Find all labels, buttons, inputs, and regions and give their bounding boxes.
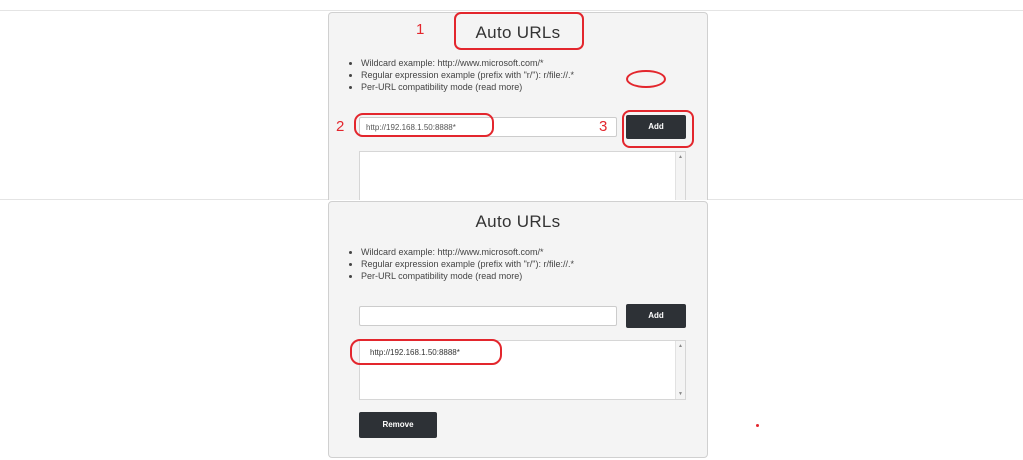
scroll-up-arrow-icon[interactable]: ▲ [676,343,685,349]
regex-prefix-highlight-ellipse [626,70,666,88]
list-scrollbar[interactable]: ▲ ▼ [675,341,685,399]
scroll-up-arrow-icon[interactable]: ▲ [676,154,685,160]
step-2-label: 2 [336,118,345,135]
step-3-label: 3 [599,118,608,135]
list-scrollbar[interactable]: ▲ [675,152,685,200]
add-button[interactable]: Add [626,304,686,328]
scroll-down-arrow-icon[interactable]: ▼ [676,391,685,397]
url-input[interactable] [359,306,617,326]
step-1-label: 1 [416,21,425,38]
auto-urls-panel-after: Auto URLs Wildcard example: http://www.m… [328,201,708,458]
compat-mode-note: Per-URL compatibility mode (read more) [361,81,574,93]
wildcard-example: Wildcard example: http://www.microsoft.c… [361,246,574,258]
added-url-highlight-box [350,339,502,365]
remove-button[interactable]: Remove [359,412,437,438]
top-divider [0,10,1023,11]
url-input-highlight-box [354,113,494,137]
title-highlight-box [454,12,584,50]
regex-example: Regular expression example (prefix with … [361,69,574,81]
regex-example: Regular expression example (prefix with … [361,258,574,270]
panel-title: Auto URLs [475,212,561,231]
wildcard-example: Wildcard example: http://www.microsoft.c… [361,57,574,69]
url-list-box[interactable]: ▲ [359,151,686,200]
add-button-highlight-box [622,110,694,148]
help-notes: Wildcard example: http://www.microsoft.c… [343,57,574,93]
stray-red-dot [756,424,759,427]
compat-mode-note: Per-URL compatibility mode (read more) [361,270,574,282]
help-notes: Wildcard example: http://www.microsoft.c… [343,246,574,282]
